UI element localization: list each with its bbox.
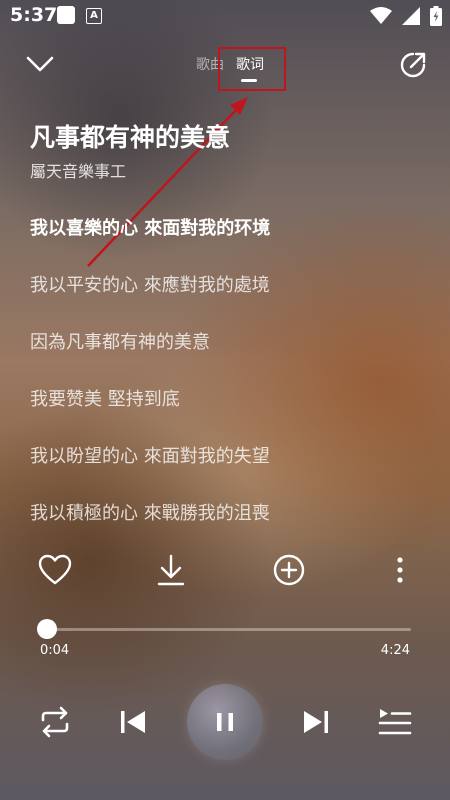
total-time: 4:24 xyxy=(380,643,410,658)
previous-button[interactable] xyxy=(115,704,151,744)
skip-previous-icon xyxy=(121,711,145,733)
battery-icon xyxy=(430,6,442,26)
current-time: 0:04 xyxy=(40,643,70,658)
player-screen: 5:37 A 歌曲 歌词 凡事都有神的美意 屬天音樂事工 我以喜樂的心 來面對我… xyxy=(0,0,450,800)
notification-square-icon xyxy=(57,6,75,24)
download-icon xyxy=(157,554,185,586)
repeat-icon xyxy=(41,706,69,738)
signal-icon xyxy=(402,7,420,25)
lyric-line: 因為凡事都有神的美意 xyxy=(30,332,210,353)
lyric-line-current: 我以喜樂的心 來面對我的环境 xyxy=(30,218,271,239)
add-to-playlist-button[interactable] xyxy=(269,550,309,590)
status-bar: 5:37 A xyxy=(0,0,450,32)
notification-app-icon: A xyxy=(86,8,102,24)
play-pause-button[interactable] xyxy=(187,684,263,760)
pause-icon xyxy=(217,713,233,731)
lyric-line: 我要赞美 堅持到底 xyxy=(30,389,180,410)
next-button[interactable] xyxy=(298,704,334,744)
heart-icon xyxy=(38,554,72,585)
wifi-icon xyxy=(370,7,392,24)
repeat-button[interactable] xyxy=(36,703,74,745)
more-icon xyxy=(397,557,403,583)
add-icon xyxy=(273,554,305,586)
song-artist[interactable]: 屬天音樂事工 xyxy=(30,158,126,182)
progress-thumb[interactable] xyxy=(37,619,57,639)
lyric-line: 我以積極的心 來戰勝我的沮喪 xyxy=(30,503,270,524)
status-time: 5:37 xyxy=(10,4,58,26)
more-button[interactable] xyxy=(380,550,420,590)
playlist-icon xyxy=(378,709,412,735)
like-button[interactable] xyxy=(35,550,75,590)
lyric-line: 我以平安的心 來應對我的處境 xyxy=(30,275,270,296)
song-title: 凡事都有神的美意 xyxy=(30,123,231,152)
status-icons xyxy=(370,6,442,26)
share-button[interactable] xyxy=(398,50,428,80)
collapse-button[interactable] xyxy=(24,50,56,78)
annotation-highlight-box xyxy=(218,47,286,91)
lyric-line: 我以盼望的心 來面對我的失望 xyxy=(30,446,270,467)
progress-bar[interactable] xyxy=(47,628,411,631)
download-button[interactable] xyxy=(151,550,191,590)
share-icon xyxy=(400,52,426,78)
skip-next-icon xyxy=(304,711,328,733)
chevron-down-icon xyxy=(26,56,54,72)
playlist-button[interactable] xyxy=(376,703,414,745)
